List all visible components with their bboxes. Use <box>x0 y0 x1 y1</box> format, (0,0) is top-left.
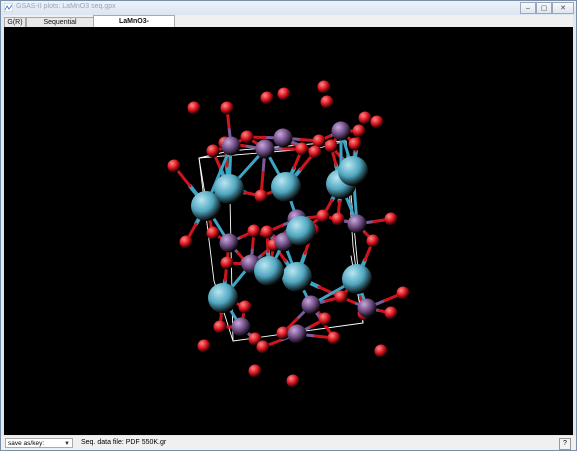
oxygen-atom <box>260 91 274 105</box>
oxygen-atom <box>167 159 181 173</box>
oxygen-atom <box>366 234 380 248</box>
lanthanum-atom <box>282 262 312 292</box>
oxygen-atom <box>358 111 372 125</box>
manganese-atom <box>219 233 239 253</box>
oxygen-atom <box>317 80 331 94</box>
window-title: GSAS-II plots: LaMnO3 seq.gpx <box>16 3 116 10</box>
structure-canvas[interactable] <box>4 27 573 435</box>
oxygen-atom <box>197 339 211 353</box>
oxygen-atom <box>327 331 341 345</box>
oxygen-atom <box>248 364 262 378</box>
lanthanum-atom <box>342 264 372 294</box>
manganese-atom <box>331 121 351 141</box>
lanthanum-atom <box>214 174 244 204</box>
seq-data-file-text: Seq. data file: PDF 550K.gr <box>81 439 167 446</box>
oxygen-atom <box>286 374 300 388</box>
minimize-icon: – <box>526 4 530 12</box>
maximize-icon: ▢ <box>540 5 548 12</box>
oxygen-atom <box>348 137 362 151</box>
oxygen-atom <box>276 326 290 340</box>
maximize-button[interactable]: ▢ <box>536 2 552 14</box>
oxygen-atom <box>179 235 193 249</box>
chevron-down-icon: ▼ <box>64 441 70 447</box>
manganese-atom <box>273 128 293 148</box>
oxygen-atom <box>308 145 322 159</box>
oxygen-atom <box>220 256 234 270</box>
lanthanum-atom <box>286 216 316 246</box>
manganese-atom <box>347 214 367 234</box>
oxygen-atom <box>320 95 334 109</box>
oxygen-atom <box>324 139 338 153</box>
title-bar: GSAS-II plots: LaMnO3 seq.gpx – ▢ ✕ <box>1 1 576 15</box>
oxygen-atom <box>260 225 274 239</box>
oxygen-atom <box>254 189 268 203</box>
oxygen-atom <box>331 212 345 226</box>
oxygen-atom <box>220 101 234 115</box>
oxygen-atom <box>352 124 366 138</box>
oxygen-atom <box>238 300 252 314</box>
oxygen-atom <box>247 224 261 238</box>
manganese-atom <box>357 298 377 318</box>
oxygen-atom <box>187 101 201 115</box>
status-bar: save as/key: ▼ Seq. data file: PDF 550K.… <box>1 436 576 450</box>
close-button[interactable]: ✕ <box>552 2 574 14</box>
oxygen-atom <box>316 209 330 223</box>
oxygen-atom <box>318 312 332 326</box>
oxygen-atom <box>206 144 220 158</box>
oxygen-atom <box>384 306 398 320</box>
manganese-atom <box>231 317 251 337</box>
oxygen-atom <box>370 115 384 129</box>
oxygen-atom <box>396 286 410 300</box>
lanthanum-atom <box>208 283 238 313</box>
crystal-structure-view[interactable] <box>4 27 573 435</box>
oxygen-atom <box>384 212 398 226</box>
save-as-key-combo[interactable]: save as/key: ▼ <box>5 438 73 448</box>
save-as-key-label: save as/key: <box>8 440 45 447</box>
manganese-atom <box>287 324 307 344</box>
manganese-atom <box>221 136 241 156</box>
lanthanum-atom <box>338 156 368 186</box>
manganese-atom <box>301 295 321 315</box>
manganese-atom <box>255 139 275 159</box>
oxygen-atom <box>277 87 291 101</box>
oxygen-atom <box>334 290 348 304</box>
oxygen-atom <box>256 340 270 354</box>
close-icon: ✕ <box>560 5 566 12</box>
oxygen-atom <box>240 130 254 144</box>
lanthanum-atom <box>254 256 284 286</box>
minimize-button[interactable]: – <box>520 2 536 14</box>
plot-window: GSAS-II plots: LaMnO3 seq.gpx – ▢ ✕ G(R)… <box>0 0 577 451</box>
oxygen-atom <box>206 226 220 240</box>
oxygen-atom <box>374 344 388 358</box>
oxygen-atom <box>213 320 227 334</box>
oxygen-atom <box>295 142 309 156</box>
help-button[interactable]: ? <box>559 438 571 450</box>
lanthanum-atom <box>271 172 301 202</box>
app-icon <box>4 3 13 12</box>
